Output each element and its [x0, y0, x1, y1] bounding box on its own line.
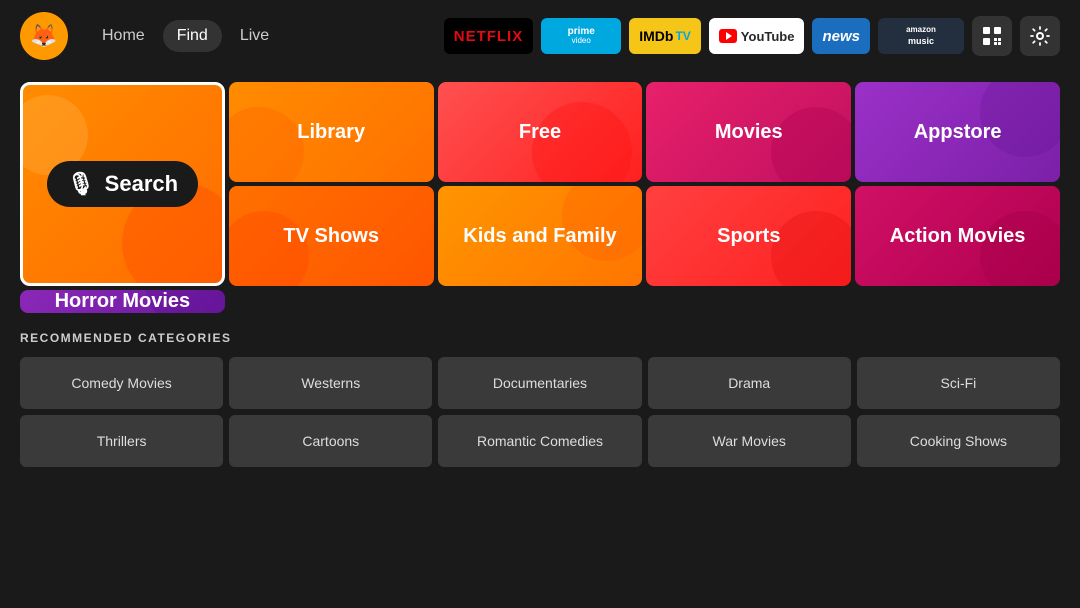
- nav-links: Home Find Live: [88, 20, 283, 52]
- apps-grid-button[interactable]: [972, 16, 1012, 56]
- horror-movies-cell[interactable]: Horror Movies: [20, 290, 225, 313]
- nav-home[interactable]: Home: [88, 20, 159, 52]
- news-button[interactable]: news: [812, 18, 870, 54]
- library-cell[interactable]: Library: [229, 82, 434, 182]
- settings-gear-icon: [1030, 26, 1050, 46]
- category-war-movies[interactable]: War Movies: [648, 415, 851, 467]
- appstore-cell[interactable]: Appstore: [855, 82, 1060, 182]
- category-cartoons[interactable]: Cartoons: [229, 415, 432, 467]
- service-icons: NETFLIX prime video IMDb TV YouTube news…: [444, 16, 1060, 56]
- movies-cell[interactable]: Movies: [646, 82, 851, 182]
- category-romantic-comedies[interactable]: Romantic Comedies: [438, 415, 641, 467]
- settings-button[interactable]: [1020, 16, 1060, 56]
- main-navigation-grid: 🎙 Search Library Free Movies Appstore TV…: [0, 72, 1080, 313]
- free-cell[interactable]: Free: [438, 82, 643, 182]
- category-cooking-shows[interactable]: Cooking Shows: [857, 415, 1060, 467]
- imdb-button[interactable]: IMDb TV: [629, 18, 701, 54]
- netflix-button[interactable]: NETFLIX: [444, 18, 534, 54]
- prime-video-button[interactable]: prime video: [541, 18, 621, 54]
- youtube-play-icon: [719, 29, 737, 43]
- nav-find[interactable]: Find: [163, 20, 222, 52]
- action-movies-cell[interactable]: Action Movies: [855, 186, 1060, 286]
- search-cell[interactable]: 🎙 Search: [20, 82, 225, 286]
- kids-cell[interactable]: Kids and Family: [438, 186, 643, 286]
- category-drama[interactable]: Drama: [648, 357, 851, 409]
- search-button[interactable]: 🎙 Search: [47, 161, 198, 207]
- nav-live[interactable]: Live: [226, 20, 283, 52]
- tvshows-cell[interactable]: TV Shows: [229, 186, 434, 286]
- recommended-title: RECOMMENDED CATEGORIES: [20, 331, 1060, 345]
- category-scifi[interactable]: Sci-Fi: [857, 357, 1060, 409]
- logo[interactable]: 🦊: [20, 12, 68, 60]
- category-comedy-movies[interactable]: Comedy Movies: [20, 357, 223, 409]
- youtube-button[interactable]: YouTube: [709, 18, 805, 54]
- mic-icon: 🎙: [67, 171, 95, 197]
- category-thrillers[interactable]: Thrillers: [20, 415, 223, 467]
- category-grid: Comedy Movies Westerns Documentaries Dra…: [20, 357, 1060, 467]
- recommended-section: RECOMMENDED CATEGORIES Comedy Movies Wes…: [0, 313, 1080, 477]
- category-westerns[interactable]: Westerns: [229, 357, 432, 409]
- header: 🦊 Home Find Live NETFLIX prime video IMD…: [0, 0, 1080, 72]
- apps-grid-icon: [982, 26, 1002, 46]
- sports-cell[interactable]: Sports: [646, 186, 851, 286]
- amazon-music-button[interactable]: amazon music: [878, 18, 964, 54]
- category-documentaries[interactable]: Documentaries: [438, 357, 641, 409]
